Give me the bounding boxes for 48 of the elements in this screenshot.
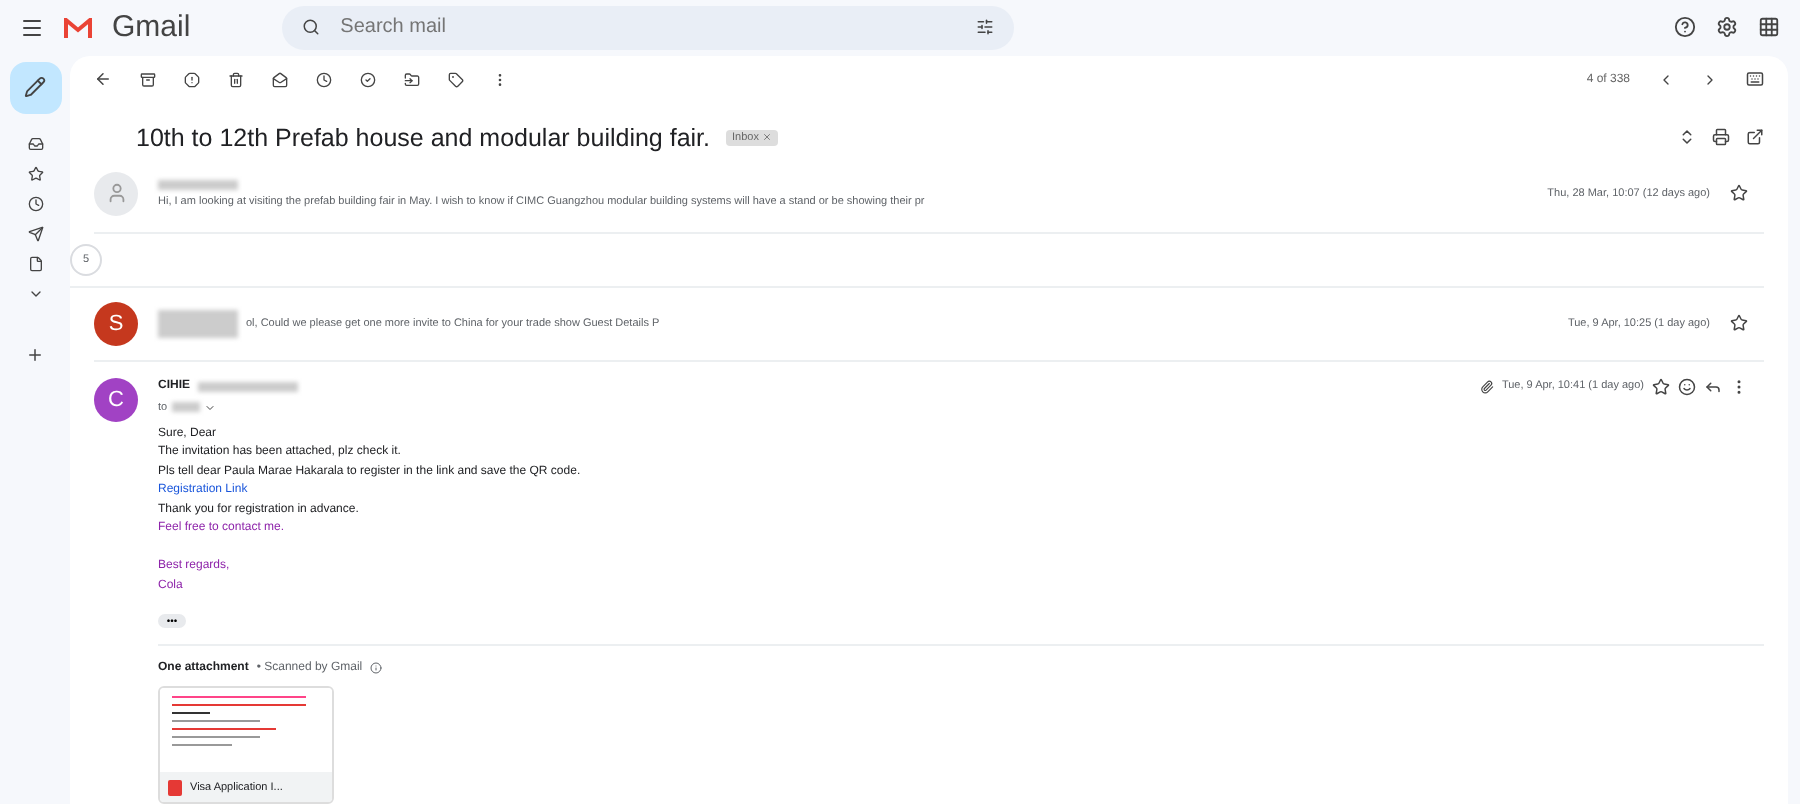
plus-icon[interactable] xyxy=(26,345,44,363)
keyboard-icon[interactable] xyxy=(1746,70,1764,88)
subject-title: 10th to 12th Prefab house and modular building fair. xyxy=(136,123,711,151)
trash-icon[interactable] xyxy=(228,71,244,87)
pencil-icon xyxy=(24,76,46,98)
printer-icon[interactable] xyxy=(1712,128,1730,146)
settings-icon[interactable] xyxy=(1716,16,1738,39)
clock-icon[interactable] xyxy=(316,71,332,87)
redacted-block xyxy=(198,381,299,391)
send-icon[interactable] xyxy=(27,225,43,241)
paperclip-icon xyxy=(1479,379,1494,393)
star-icon[interactable] xyxy=(27,165,43,181)
emoji-icon[interactable] xyxy=(1678,377,1696,395)
archive-icon[interactable] xyxy=(140,71,156,87)
search-field[interactable]: Search mail xyxy=(336,14,961,41)
chevron-left-icon[interactable] xyxy=(1658,71,1674,87)
check-circle-icon[interactable] xyxy=(360,71,376,87)
search-icon[interactable] xyxy=(302,18,321,37)
redacted-block xyxy=(158,309,238,337)
redacted-block xyxy=(158,179,238,189)
avatar: S xyxy=(94,301,138,345)
redacted-block xyxy=(171,402,200,412)
label-icon[interactable] xyxy=(448,71,464,87)
folder-icon[interactable] xyxy=(404,71,420,87)
chevron-right-icon[interactable] xyxy=(1702,71,1718,87)
star-icon[interactable] xyxy=(1652,377,1670,395)
expand-icon[interactable] xyxy=(1678,128,1696,146)
help-icon[interactable] xyxy=(1674,16,1696,39)
mail-icon[interactable] xyxy=(272,71,288,87)
filter-icon[interactable] xyxy=(976,18,995,37)
spam-icon[interactable] xyxy=(184,71,200,87)
compose-button[interactable] xyxy=(9,61,61,113)
star-icon[interactable] xyxy=(1730,184,1748,202)
apps-grid-icon[interactable] xyxy=(1758,16,1780,39)
back-icon[interactable] xyxy=(94,70,112,88)
avatar: C xyxy=(94,377,138,421)
search-bar[interactable]: Search mail xyxy=(282,5,1015,50)
reply-icon[interactable] xyxy=(1704,377,1722,395)
document-icon xyxy=(168,779,182,795)
star-icon[interactable] xyxy=(1730,314,1748,332)
menu-icon[interactable] xyxy=(20,15,44,40)
inbox-icon[interactable] xyxy=(27,135,43,151)
app-name: Gmail xyxy=(112,10,191,45)
clock-icon[interactable] xyxy=(27,195,43,211)
external-link-icon[interactable] xyxy=(1746,128,1764,146)
info-icon[interactable] xyxy=(370,662,383,674)
file-icon[interactable] xyxy=(27,255,43,271)
envelope-logo-icon xyxy=(64,17,92,38)
